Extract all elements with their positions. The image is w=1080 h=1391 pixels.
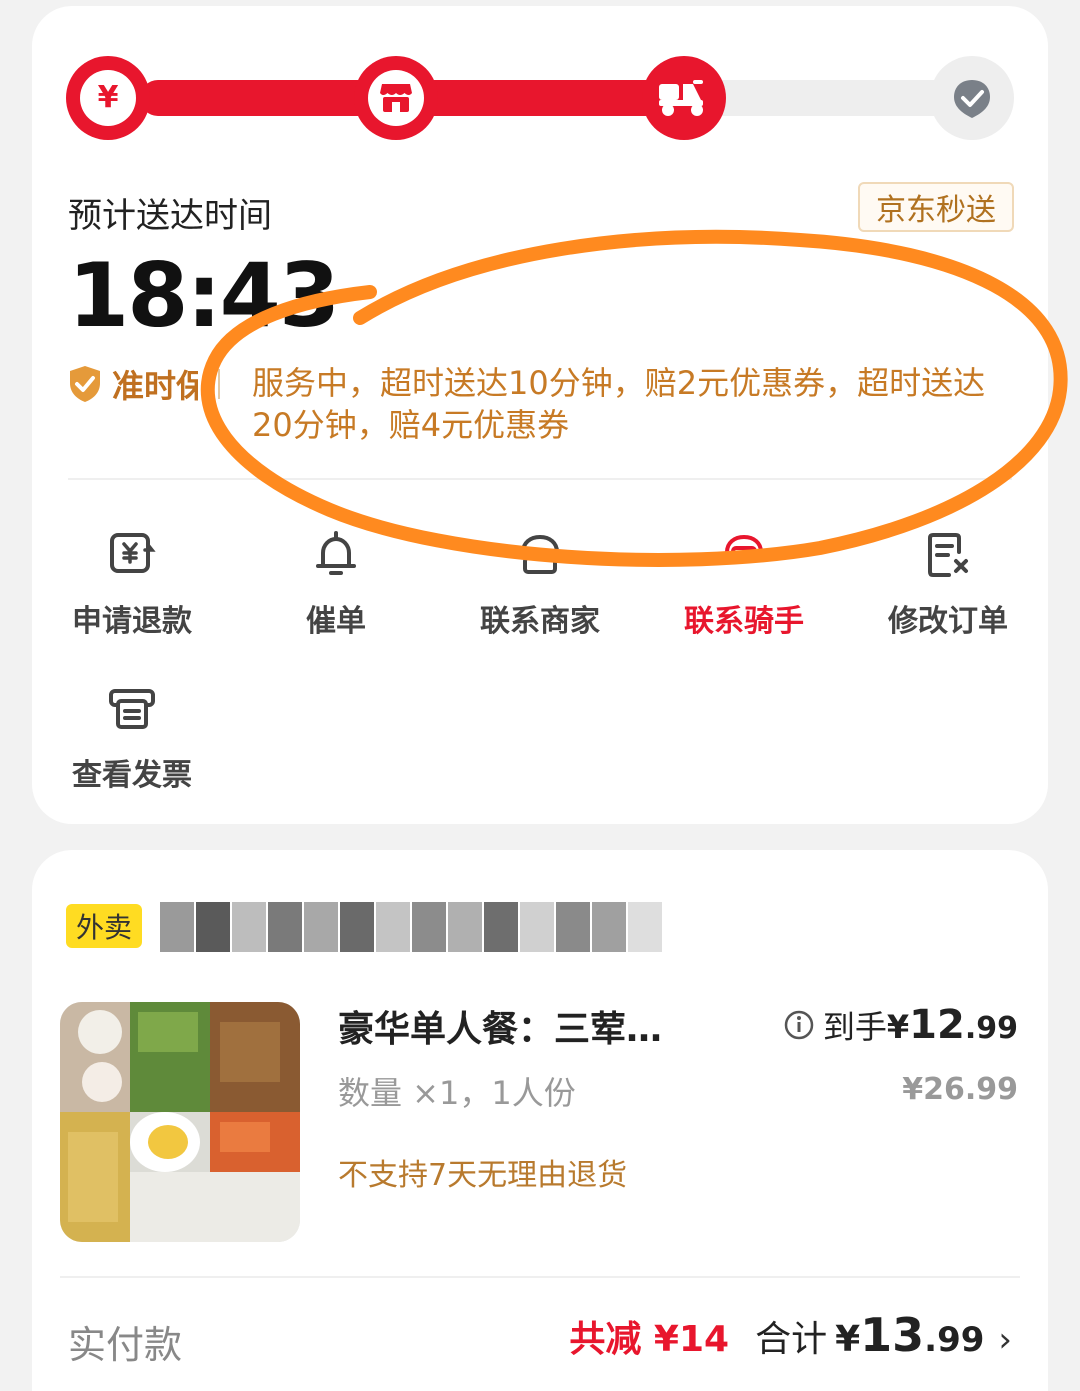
refund-icon (110, 533, 156, 573)
action-refund[interactable]: 申请退款 (32, 528, 232, 640)
merchant-chat-icon (521, 534, 559, 574)
ontime-guarantee[interactable]: 准时保 (68, 362, 230, 406)
total-decimal: .99 (924, 1320, 985, 1360)
divider (60, 1276, 1020, 1278)
ontime-label: 准时保 (112, 367, 198, 405)
action-urge[interactable]: 催单 (236, 528, 436, 640)
step-delivering (642, 56, 726, 140)
order-type-tag: 外卖 (66, 904, 142, 948)
step-merchant (354, 56, 438, 140)
product-quantity: 数量 ×1，1人份 (338, 1074, 576, 1112)
action-label: 查看发票 (72, 758, 192, 793)
price-currency: ¥ (886, 1008, 910, 1046)
yuan-icon: ¥ (97, 80, 119, 115)
product-title[interactable]: 豪华单人餐：三荤… (338, 1000, 728, 1052)
total-label: 合计 (755, 1319, 828, 1360)
discount-total: 共减 ¥14 (569, 1319, 730, 1360)
return-policy: 不支持7天无理由退货 (338, 1158, 628, 1193)
check-icon (954, 80, 990, 118)
action-view-invoice[interactable]: 查看发票 (32, 682, 232, 794)
separator (218, 369, 220, 399)
product-thumbnail[interactable] (60, 1002, 300, 1242)
divider (68, 478, 1012, 480)
price-integer: 12 (909, 1002, 965, 1048)
payment-summary[interactable]: 共减 ¥14 合计 ¥ 13 .99 › (569, 1308, 1012, 1362)
ontime-description: 服务中，超时送达10分钟，赔2元优惠券，超时送达20分钟，赔4元优惠券 (252, 364, 986, 444)
eta-time: 18:43 (68, 244, 340, 347)
price-decimal: .99 (964, 1011, 1018, 1046)
delivery-status-card: ¥ 预计送达时间 京东秒送 18:43 准时保 服务中，超时送达10分钟，赔2元… (32, 6, 1048, 824)
final-price: 到手 ¥ 12 .99 (783, 1002, 1018, 1048)
action-label: 催单 (306, 604, 366, 639)
store-name-pixelated[interactable] (150, 894, 670, 954)
step-paid: ¥ (66, 56, 150, 140)
original-price: ¥26.99 (902, 1072, 1018, 1107)
info-icon[interactable] (783, 1009, 815, 1041)
chevron-right-icon: › (998, 1320, 1012, 1360)
service-badge: 京东秒送 (858, 182, 1014, 232)
bell-icon (316, 531, 356, 575)
action-contact-rider[interactable]: 联系骑手 (644, 528, 844, 640)
step-delivered (930, 56, 1014, 140)
eta-label: 预计送达时间 (68, 196, 272, 236)
action-label: 联系骑手 (684, 604, 804, 639)
total-integer: 13 (860, 1308, 925, 1362)
edit-order-icon (928, 533, 968, 577)
price-label: 到手 (822, 1008, 887, 1046)
scooter-icon (659, 80, 703, 116)
action-contact-merchant[interactable]: 联系商家 (440, 528, 640, 640)
total-currency: ¥ (835, 1319, 861, 1360)
invoice-icon (109, 689, 155, 729)
food-image (60, 1002, 300, 1242)
store-icon (380, 84, 412, 112)
order-card: 外卖 豪华单人餐：三荤… 数量 ×1，1人份 不支持7天无理由退货 到手 ¥ 1… (32, 850, 1048, 1391)
rider-icon (725, 534, 763, 562)
action-label: 修改订单 (888, 604, 1008, 639)
action-label: 联系商家 (480, 604, 600, 639)
payment-label: 实付款 (68, 1323, 183, 1367)
action-modify-order[interactable]: 修改订单 (848, 528, 1048, 640)
action-label: 申请退款 (72, 604, 192, 639)
shield-icon (70, 366, 100, 402)
